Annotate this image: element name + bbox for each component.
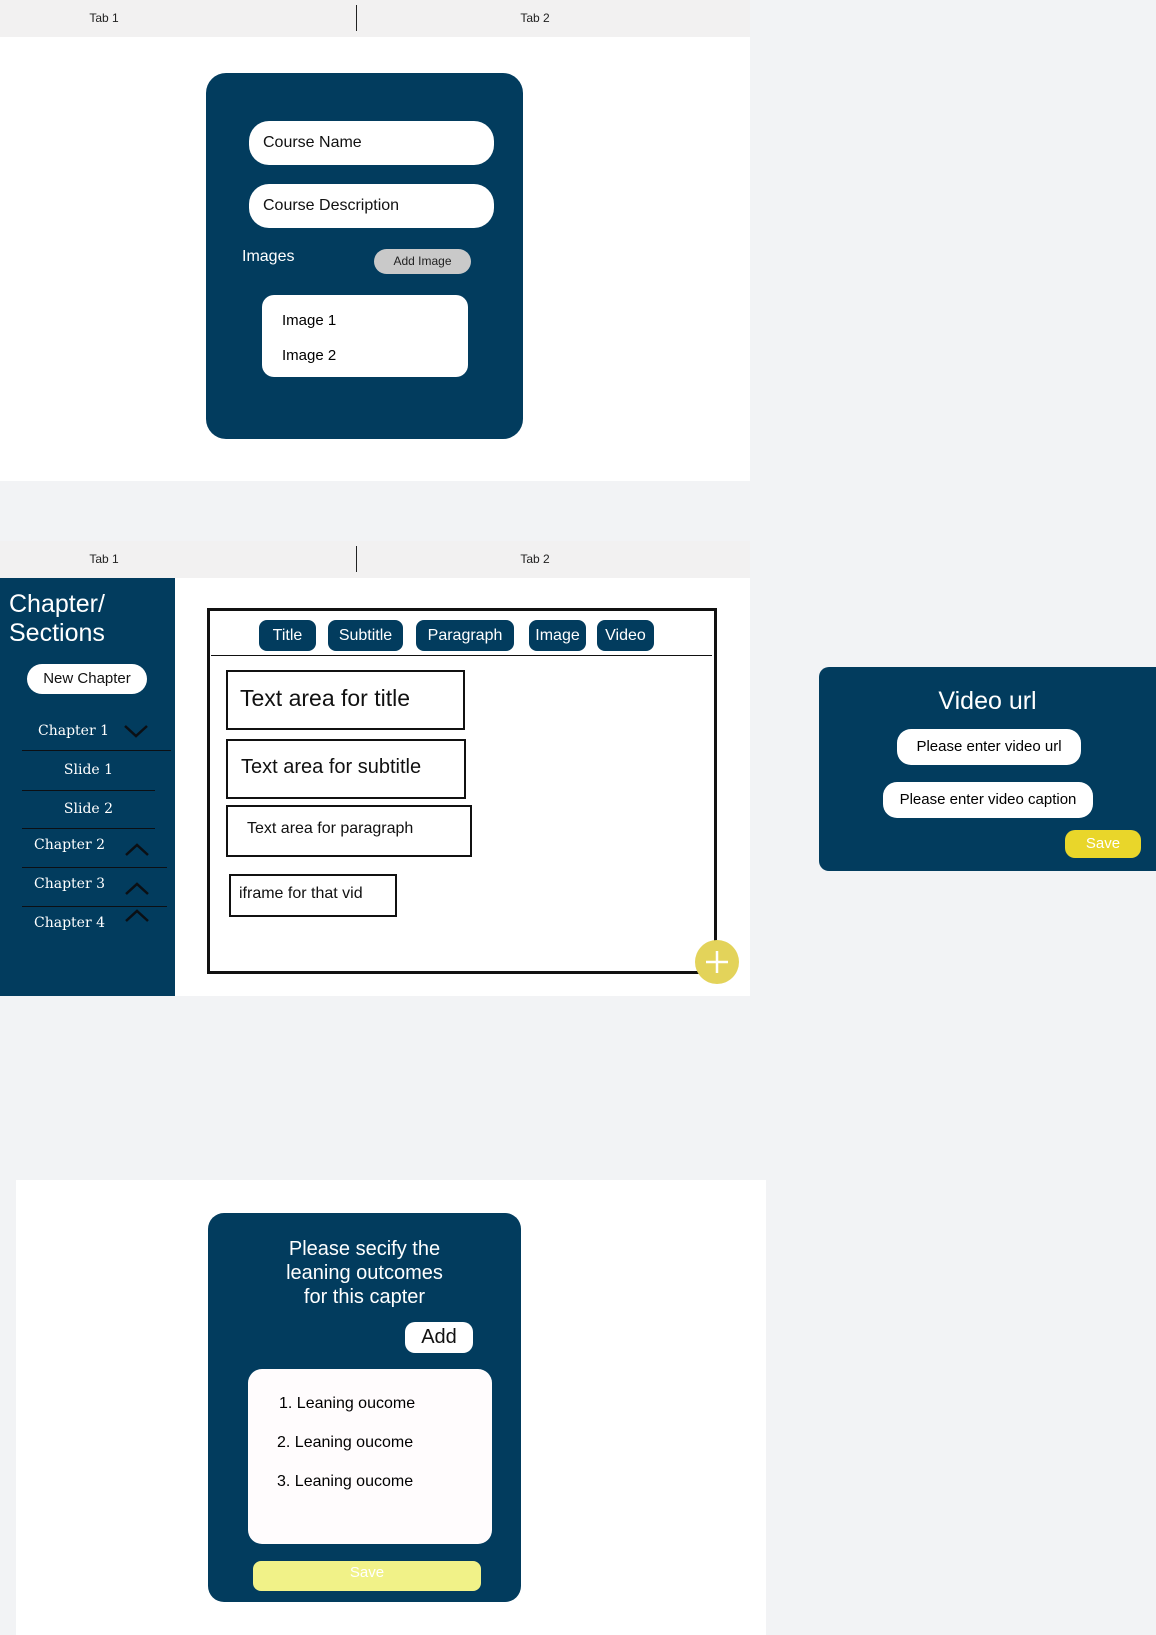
sidebar-item-chapter-1[interactable]: Chapter 1 [22, 713, 171, 751]
tab-bar: Tab 1 Tab 2 [0, 541, 750, 578]
toolbar-divider [211, 655, 712, 656]
chevron-up-icon[interactable] [124, 842, 150, 858]
sidebar-item-chapter-2[interactable]: Chapter 2 [22, 828, 167, 868]
image-item[interactable]: Image 2 [282, 347, 336, 364]
add-image-button[interactable]: Image [529, 620, 586, 651]
chevron-up-icon[interactable] [124, 908, 150, 924]
tab-2[interactable]: Tab 2 [435, 0, 635, 37]
sidebar-item-chapter-3[interactable]: Chapter 3 [22, 867, 167, 907]
add-element-button[interactable] [695, 940, 739, 984]
learning-outcomes-card: Please secify the leaning outcomes for t… [208, 1213, 521, 1602]
title-text-area[interactable]: Text area for title [226, 670, 465, 730]
video-caption-input[interactable]: Please enter video caption [883, 782, 1093, 818]
add-image-button[interactable]: Add Image [374, 249, 471, 274]
tab-bar: Tab 1 Tab 2 [0, 0, 750, 37]
image-item[interactable]: Image 1 [282, 312, 336, 329]
tab-divider [356, 5, 357, 31]
paragraph-text-area[interactable]: Text area for paragraph [226, 805, 472, 857]
images-label: Images [242, 248, 295, 265]
tab-1[interactable]: Tab 1 [4, 0, 204, 37]
add-video-button[interactable]: Video [597, 620, 654, 651]
save-button[interactable]: Save [253, 1561, 481, 1591]
chevron-up-icon[interactable] [124, 881, 150, 897]
course-description-input[interactable]: Course Description [249, 184, 494, 228]
video-url-modal: Video url Please enter video url Please … [819, 667, 1156, 871]
subtitle-text-area[interactable]: Text area for subtitle [226, 739, 466, 799]
add-paragraph-button[interactable]: Paragraph [416, 620, 514, 651]
video-url-input[interactable]: Please enter video url [897, 729, 1081, 765]
tab-2[interactable]: Tab 2 [435, 541, 635, 578]
sidebar-item-slide-2[interactable]: Slide 2 [22, 790, 155, 829]
outcomes-list: 1. Leaning oucome 2. Leaning oucome 3. L… [248, 1369, 492, 1544]
list-item[interactable]: 3. Leaning oucome [277, 1473, 413, 1491]
outcomes-prompt: Please secify the leaning outcomes for t… [286, 1238, 443, 1308]
chapter-sidebar: Chapter/ Sections New Chapter Chapter 1 … [0, 578, 175, 996]
modal-title: Video url [938, 687, 1037, 715]
list-item[interactable]: 1. Leaning oucome [279, 1395, 415, 1413]
video-iframe-placeholder[interactable]: iframe for that vid [229, 874, 397, 917]
sidebar-title: Chapter/ Sections [9, 590, 105, 647]
tab-1[interactable]: Tab 1 [4, 541, 204, 578]
chevron-down-icon[interactable] [123, 723, 149, 739]
new-chapter-button[interactable]: New Chapter [27, 664, 147, 694]
tab-divider [356, 546, 357, 572]
plus-icon [706, 951, 728, 973]
sidebar-item-slide-1[interactable]: Slide 1 [22, 750, 155, 791]
list-item[interactable]: 2. Leaning oucome [277, 1434, 413, 1452]
add-outcome-button[interactable]: Add [405, 1322, 473, 1353]
sidebar-item-chapter-4[interactable]: Chapter 4 [22, 906, 167, 942]
add-subtitle-button[interactable]: Subtitle [328, 620, 403, 651]
images-list: Image 1 Image 2 [262, 295, 468, 377]
save-button[interactable]: Save [1065, 830, 1141, 858]
course-name-input[interactable]: Course Name [249, 121, 494, 165]
add-title-button[interactable]: Title [259, 620, 316, 651]
